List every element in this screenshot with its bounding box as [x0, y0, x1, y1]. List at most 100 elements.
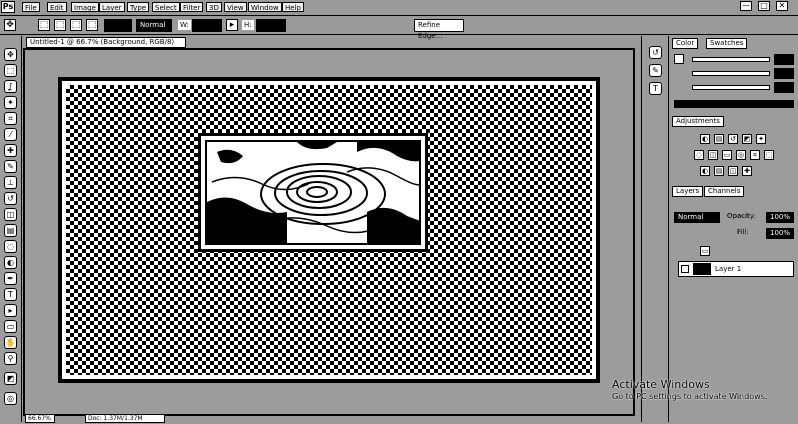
color-panel-tab[interactable]: Color	[672, 38, 699, 49]
dodge-tool-icon[interactable]: ◐	[4, 256, 17, 269]
eraser-tool-icon[interactable]: ◫	[4, 208, 17, 221]
gradient-tool-icon[interactable]: ▤	[4, 224, 17, 237]
shape-tool-icon[interactable]: ▭	[4, 320, 17, 333]
lasso-tool-icon[interactable]: ʆ	[4, 80, 17, 93]
healing-brush-tool-icon[interactable]: ✚	[4, 144, 17, 157]
toolbox: ✥ ⬚ ʆ ✦ ⌗ ⁄ ✚ ✎ ⊥ ↺ ◫ ▤ ◌ ◐ ✒ T ▸ ▭ ✋ ⚲ …	[0, 36, 22, 422]
path-selection-tool-icon[interactable]: ▸	[4, 304, 17, 317]
width-field[interactable]	[192, 19, 222, 32]
document-info[interactable]: Doc: 1.37M/1.37M	[85, 414, 165, 423]
image-layer-frame[interactable]	[198, 133, 428, 252]
levels-adjust-icon[interactable]: ▤	[714, 134, 724, 144]
lock-icon[interactable]: ▭	[700, 246, 710, 256]
watermark-title: Activate Windows	[612, 378, 710, 391]
vibrance-adjust-icon[interactable]: ✦	[756, 134, 766, 144]
blue-slider[interactable]	[692, 85, 770, 90]
maximize-button[interactable]: □	[758, 1, 770, 11]
color-balance-adjust-icon[interactable]: ◫	[708, 150, 718, 160]
move-tool-icon[interactable]: ✥	[4, 48, 17, 61]
close-button[interactable]: ✕	[776, 1, 788, 11]
blur-tool-icon[interactable]: ◌	[4, 240, 17, 253]
history-brush-tool-icon[interactable]: ↺	[4, 192, 17, 205]
crop-tool-icon[interactable]: ⌗	[4, 112, 17, 125]
menu-help[interactable]: Help	[282, 2, 304, 12]
color-ramp[interactable]	[674, 100, 794, 108]
photo-filter-adjust-icon[interactable]: ◎	[736, 150, 746, 160]
red-slider[interactable]	[692, 57, 770, 62]
swap-dimensions-icon[interactable]: ▸	[226, 19, 238, 31]
menu-image[interactable]: Image	[71, 2, 99, 12]
menu-window[interactable]: Window	[248, 2, 282, 12]
panels-dock: Color Swatches Adjustments ◐ ▤ ↺ ◩ ✦ ◌ ◫…	[670, 36, 798, 422]
menu-file[interactable]: File	[22, 2, 40, 12]
blend-mode-dropdown[interactable]: Normal	[674, 212, 720, 223]
pen-tool-icon[interactable]: ✒	[4, 272, 17, 285]
menu-layer[interactable]: Layer	[99, 2, 125, 12]
tool-preset-icon[interactable]: ✥	[4, 19, 16, 31]
green-value-field[interactable]	[774, 68, 794, 79]
blue-value-field[interactable]	[774, 82, 794, 93]
fill-label: Fill:	[737, 228, 749, 236]
layer-thumbnail	[693, 263, 711, 275]
bw-adjust-icon[interactable]: ▭	[722, 150, 732, 160]
layer-name[interactable]: Layer 1	[715, 264, 741, 274]
zoom-tool-icon[interactable]: ⚲	[4, 352, 17, 365]
zoom-field[interactable]: 66.67%	[25, 414, 55, 423]
type-tool-icon[interactable]: T	[4, 288, 17, 301]
visibility-eye-icon[interactable]	[681, 265, 689, 273]
quick-mask-icon[interactable]: ◎	[4, 392, 17, 405]
menu-edit[interactable]: Edit	[47, 2, 67, 12]
brightness-adjust-icon[interactable]: ◐	[700, 134, 710, 144]
invert-adjust-icon[interactable]: ◐	[700, 166, 710, 176]
layers-panel-tab[interactable]: Layers	[672, 186, 704, 197]
menu-select[interactable]: Select	[152, 2, 180, 12]
threshold-adjust-icon[interactable]: ◫	[728, 166, 738, 176]
eyedropper-tool-icon[interactable]: ⁄	[4, 128, 17, 141]
opacity-field[interactable]: 100%	[766, 212, 794, 223]
hand-tool-icon[interactable]: ✋	[4, 336, 17, 349]
history-panel-icon[interactable]: ↺	[649, 46, 662, 59]
feather-field[interactable]	[104, 19, 132, 32]
foreground-color-swatch[interactable]	[674, 54, 684, 64]
subtract-selection-icon[interactable]: ⬚	[70, 19, 82, 31]
adjustments-panel-tab[interactable]: Adjustments	[672, 116, 724, 127]
red-value-field[interactable]	[774, 54, 794, 65]
marquee-tool-icon[interactable]: ⬚	[4, 64, 17, 77]
hue-adjust-icon[interactable]: ◌	[694, 150, 704, 160]
minimize-button[interactable]: —	[740, 1, 752, 11]
menu-type[interactable]: Type	[127, 2, 150, 12]
foreground-background-color-icon[interactable]: ◩	[4, 372, 17, 385]
curves-adjust-icon[interactable]: ↺	[728, 134, 738, 144]
channels-panel-tab[interactable]: Channels	[704, 186, 745, 197]
menu-filter[interactable]: Filter	[180, 2, 204, 12]
status-bar: 66.67% Doc: 1.37M/1.37M	[25, 414, 635, 424]
fill-field[interactable]: 100%	[766, 228, 794, 239]
channel-mixer-adjust-icon[interactable]: ⌗	[750, 150, 760, 160]
add-selection-icon[interactable]: ⬚	[54, 19, 66, 31]
style-dropdown[interactable]: Normal	[136, 19, 172, 32]
panel-icon-strip: ↺ ✎ T	[641, 36, 669, 422]
layer-row[interactable]: Layer 1	[678, 261, 794, 277]
options-bar: ✥ ⬚ ⬚ ⬚ ⬚ Normal W: ▸ H: Refine Edge...	[0, 15, 798, 40]
menu-bar: Ps File Edit Image Layer Type Select Fil…	[0, 0, 798, 14]
menu-3d[interactable]: 3D	[206, 2, 222, 12]
image-layer-content	[205, 140, 421, 245]
green-slider[interactable]	[692, 71, 770, 76]
brush-tool-icon[interactable]: ✎	[4, 160, 17, 173]
brush-panel-icon[interactable]: ✎	[649, 64, 662, 77]
selective-color-adjust-icon[interactable]: ✚	[742, 166, 752, 176]
posterize-adjust-icon[interactable]: ▤	[714, 166, 724, 176]
intersect-selection-icon[interactable]: ⬚	[86, 19, 98, 31]
opacity-label: Opacity:	[727, 212, 756, 220]
swatches-panel-tab[interactable]: Swatches	[706, 38, 748, 49]
exposure-adjust-icon[interactable]: ◩	[742, 134, 752, 144]
refine-edge-button[interactable]: Refine Edge...	[414, 19, 464, 40]
magic-wand-tool-icon[interactable]: ✦	[4, 96, 17, 109]
document-tab[interactable]: Untitled-1 @ 66.7% (Background, RGB/8)	[26, 37, 186, 48]
menu-view[interactable]: View	[224, 2, 247, 12]
new-selection-icon[interactable]: ⬚	[38, 19, 50, 31]
character-panel-icon[interactable]: T	[649, 82, 662, 95]
color-lookup-adjust-icon[interactable]: ⬚	[764, 150, 774, 160]
clone-stamp-tool-icon[interactable]: ⊥	[4, 176, 17, 189]
height-field[interactable]	[256, 19, 286, 32]
